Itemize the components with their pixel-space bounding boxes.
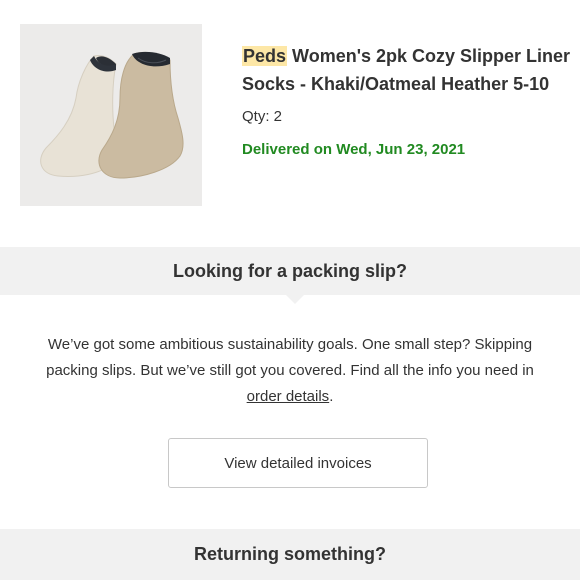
header-notch [286, 295, 304, 304]
packing-slip-header: Looking for a packing slip? [0, 247, 580, 295]
packing-slip-description: We’ve got some ambitious sustainability … [30, 332, 550, 410]
view-invoices-button[interactable]: View detailed invoices [168, 438, 428, 488]
order-details-link[interactable]: order details [247, 388, 330, 405]
returns-heading: Returning something? [194, 544, 386, 564]
packing-slip-heading: Looking for a packing slip? [172, 260, 408, 281]
product-title[interactable]: Peds Women's 2pk Cozy Slipper Liner Sock… [242, 42, 572, 98]
product-card: Peds Women's 2pk Cozy Slipper Liner Sock… [0, 0, 580, 228]
packing-slip-body-end: . [329, 388, 334, 405]
product-info: Peds Women's 2pk Cozy Slipper Liner Sock… [242, 42, 572, 158]
delivery-status: Delivered on Wed, Jun 23, 2021 [242, 141, 466, 158]
quantity-label: Qty: 2 [242, 108, 283, 125]
socks-icon [40, 51, 184, 179]
packing-slip-body: We’ve got some ambitious sustainability … [46, 336, 534, 379]
product-title-text[interactable]: Women's 2pk Cozy Slipper Liner Socks - K… [242, 46, 570, 94]
product-image[interactable] [20, 24, 202, 206]
returns-header: Returning something? [0, 529, 580, 580]
brand-name[interactable]: Peds [242, 46, 288, 66]
